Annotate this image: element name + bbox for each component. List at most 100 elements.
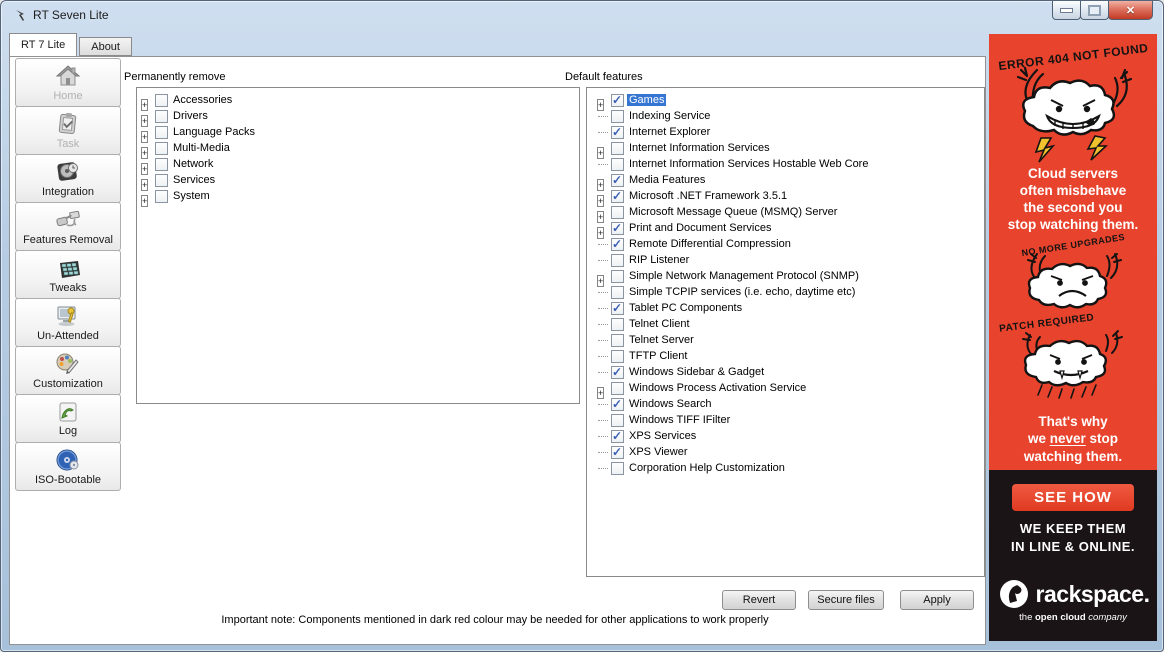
checkbox[interactable] [611, 173, 624, 187]
tree-item-label: Simple Network Management Protocol (SNMP… [629, 270, 859, 282]
checkbox[interactable] [611, 157, 624, 171]
tree-item[interactable]: + Media Features [587, 172, 984, 191]
checkbox[interactable] [155, 109, 168, 123]
tree-item[interactable]: + Windows Process Activation Service [587, 380, 984, 399]
expander-icon[interactable]: + [597, 178, 605, 191]
checkbox[interactable] [611, 141, 624, 155]
expander-icon[interactable]: + [597, 98, 605, 111]
tree-item[interactable]: + System [137, 188, 579, 207]
app-window: RT Seven Lite ✕ RT 7 Lite About Home Tas… [0, 0, 1164, 652]
tree-item[interactable]: + Accessories [137, 92, 579, 111]
checkbox[interactable] [611, 333, 624, 347]
expander-icon[interactable]: + [597, 210, 605, 223]
window-title: RT Seven Lite [33, 8, 109, 22]
expander-icon[interactable]: + [597, 386, 605, 399]
sidebar-item-integration[interactable]: Integration [15, 154, 121, 203]
tree-item[interactable]: + Internet Information Services [587, 140, 984, 159]
tree-item[interactable]: Telnet Server [587, 332, 984, 348]
expander-icon[interactable]: + [141, 146, 149, 159]
checkbox[interactable] [611, 205, 624, 219]
tree-item[interactable]: + Network [137, 156, 579, 175]
tree-item[interactable]: Tablet PC Components [587, 300, 984, 316]
checkbox[interactable] [611, 109, 624, 123]
tab-about[interactable]: About [79, 37, 132, 56]
checkbox[interactable] [155, 157, 168, 171]
tree-item[interactable]: RIP Listener [587, 252, 984, 268]
tree-item[interactable]: XPS Services [587, 428, 984, 444]
checkbox[interactable] [155, 141, 168, 155]
tree-item[interactable]: Windows Search [587, 396, 984, 412]
checkbox[interactable] [155, 125, 168, 139]
tree-item[interactable]: + Simple Network Management Protocol (SN… [587, 268, 984, 287]
checkbox[interactable] [611, 189, 624, 203]
checkbox[interactable] [611, 461, 624, 475]
sidebar-item-tweaks[interactable]: Tweaks [15, 250, 121, 299]
checkbox[interactable] [611, 445, 624, 459]
checkbox[interactable] [611, 429, 624, 443]
checkbox[interactable] [611, 253, 624, 267]
checkbox[interactable] [611, 221, 624, 235]
see-how-button[interactable]: SEE HOW [1012, 484, 1134, 511]
sidebar-item-customization[interactable]: Customization [15, 346, 121, 395]
checkbox[interactable] [611, 397, 624, 411]
expander-icon[interactable]: + [141, 178, 149, 191]
expander-icon[interactable]: + [141, 130, 149, 143]
close-button[interactable]: ✕ [1108, 1, 1153, 20]
tree-item[interactable]: + Microsoft Message Queue (MSMQ) Server [587, 204, 984, 223]
title-bar[interactable]: RT Seven Lite ✕ [1, 1, 1163, 31]
checkbox[interactable] [611, 349, 624, 363]
tree-item[interactable]: Remote Differential Compression [587, 236, 984, 252]
checkbox[interactable] [611, 285, 624, 299]
tree-item[interactable]: Simple TCPIP services (i.e. echo, daytim… [587, 284, 984, 300]
tree-item[interactable]: + Multi-Media [137, 140, 579, 159]
checkbox[interactable] [611, 365, 624, 379]
checkbox[interactable] [611, 317, 624, 331]
checkbox[interactable] [611, 93, 624, 107]
tree-item-label: Accessories [173, 94, 233, 106]
apply-button[interactable]: Apply [900, 590, 974, 610]
tree-item[interactable]: + Microsoft .NET Framework 3.5.1 [587, 188, 984, 207]
maximize-button[interactable] [1080, 1, 1109, 20]
tree-item[interactable]: Telnet Client [587, 316, 984, 332]
minimize-button[interactable] [1052, 1, 1081, 20]
expander-icon[interactable]: + [141, 98, 149, 111]
tree-item[interactable]: Windows Sidebar & Gadget [587, 364, 984, 380]
expander-icon[interactable]: + [141, 114, 149, 127]
tree-item[interactable]: Windows TIFF IFilter [587, 412, 984, 428]
expander-icon[interactable]: + [141, 162, 149, 175]
sidebar-item-log[interactable]: Log [15, 394, 121, 443]
sidebar-item-unattended[interactable]: Un-Attended [15, 298, 121, 347]
checkbox[interactable] [611, 381, 624, 395]
tree-item[interactable]: TFTP Client [587, 348, 984, 364]
checkbox[interactable] [611, 125, 624, 139]
tree-item[interactable]: Indexing Service [587, 108, 984, 124]
expander-icon[interactable]: + [597, 146, 605, 159]
revert-button[interactable]: Revert [722, 590, 796, 610]
sidebar-item-features-removal[interactable]: Features Removal [15, 202, 121, 251]
checkbox[interactable] [611, 413, 624, 427]
integration-icon [57, 162, 78, 181]
tree-item[interactable]: XPS Viewer [587, 444, 984, 460]
expander-icon[interactable]: + [597, 194, 605, 207]
tree-item[interactable]: + Games [587, 92, 984, 111]
checkbox[interactable] [611, 269, 624, 283]
tree-item[interactable]: + Services [137, 172, 579, 191]
secure-files-button[interactable]: Secure files [808, 590, 884, 610]
checkbox[interactable] [155, 173, 168, 187]
tree-item[interactable]: + Print and Document Services [587, 220, 984, 239]
expander-icon[interactable]: + [597, 274, 605, 287]
tab-rt7lite[interactable]: RT 7 Lite [9, 33, 78, 56]
sidebar-item-iso-bootable[interactable]: ISO-Bootable [15, 442, 121, 491]
checkbox[interactable] [155, 189, 168, 203]
checkbox[interactable] [611, 301, 624, 315]
tree-item[interactable]: Internet Information Services Hostable W… [587, 156, 984, 172]
expander-icon[interactable]: + [141, 194, 149, 207]
tree-item[interactable]: + Language Packs [137, 124, 579, 143]
tree-item[interactable]: + Drivers [137, 108, 579, 127]
checkbox[interactable] [155, 93, 168, 107]
checkbox[interactable] [611, 237, 624, 251]
advertisement-banner[interactable]: ERROR 404 NOT FOUND Cloud servers often … [989, 34, 1157, 641]
tree-item[interactable]: Corporation Help Customization [587, 460, 984, 476]
expander-icon[interactable]: + [597, 226, 605, 239]
tree-item[interactable]: Internet Explorer [587, 124, 984, 140]
